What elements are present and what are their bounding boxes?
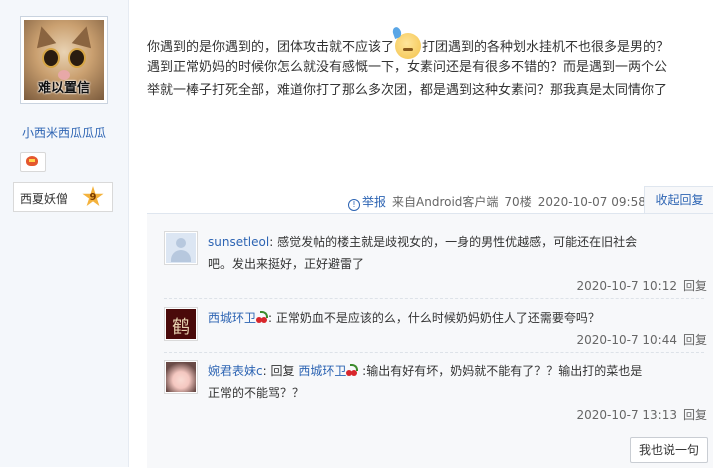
reply-text-cont: 吧。发出来挺好，正好避雷了	[208, 257, 365, 271]
post-line-2: 遇到正常奶妈的时候你怎么就没有感慨一下，女素问还是有很多不错的？而是遇到一两个公	[147, 60, 668, 75]
reply-meta: 2020-10-7 13:13 回复	[576, 406, 707, 423]
reply-colon: :	[262, 364, 267, 378]
reply-avatar[interactable]	[164, 360, 198, 394]
cherry-icon	[256, 311, 269, 323]
reply-meta: 2020-10-7 10:12 回复	[576, 277, 707, 294]
post-meta: ! 举报 来自Android客户端 70楼 2020-10-07 09:58	[348, 193, 646, 211]
reply-text: :输出有好有坏，奶妈就不能有了？？输出打的菜也是	[362, 364, 643, 378]
reply-body: sunsetleol: 感觉发帖的楼主就是歧视女的，一身的男性优越感，可能还在旧…	[208, 231, 708, 275]
report-link[interactable]: ! 举报	[348, 195, 387, 211]
reply-text: 感觉发帖的楼主就是歧视女的，一身的男性优越感，可能还在旧社会	[277, 235, 638, 249]
cat-eye-right	[68, 48, 86, 68]
reply-body: 婉君表妹c: 回复 西城环卫 :输出有好有坏，奶妈就不能有了？？输出打的菜也是 …	[208, 360, 708, 404]
reply-meta: 2020-10-7 10:44 回复	[576, 331, 707, 348]
default-user-icon	[166, 233, 196, 263]
reply-text-cont: 正常的不能骂？？	[208, 386, 305, 400]
reply-time: 2020-10-7 10:12	[576, 279, 677, 293]
report-label: 举报	[362, 195, 387, 209]
reply-text: 正常奶血不是应该的么，什么时候奶妈奶住人了还需要夸吗？	[275, 311, 600, 325]
reply-divider	[164, 352, 704, 353]
say-something-button[interactable]: 我也说一句	[630, 437, 708, 463]
reply-link[interactable]: 回复	[683, 333, 707, 347]
cherry-icon	[346, 364, 359, 376]
member-badge[interactable]: 西夏妖僧 9	[13, 182, 113, 212]
reply-author[interactable]: 西城环卫	[208, 311, 256, 325]
reply-colon: :	[268, 311, 273, 325]
cat-avatar-image: 难以置信	[24, 20, 104, 100]
post-content: 你遇到的是你遇到的，团体攻击就不应该了 打团遇到的各种划水挂机不也很多是男的？ 遇…	[147, 33, 713, 102]
reply-avatar[interactable]	[164, 231, 198, 265]
reply-divider	[164, 298, 704, 299]
post-time: 2020-10-07 09:58	[537, 195, 646, 209]
avatar-caption: 难以置信	[37, 81, 90, 96]
author-username[interactable]: 小西米西瓜瓜瓜	[0, 124, 128, 141]
crane-avatar-image	[166, 309, 196, 339]
post-line-3: 举就一棒子打死全部，难道你打了那么多次团，都是遇到这种女素问？那我真是太同情你了	[147, 83, 668, 98]
reply-time: 2020-10-7 10:44	[576, 333, 677, 347]
sweat-emoji-icon	[395, 33, 422, 59]
badge-level-number: 9	[89, 192, 97, 203]
collapse-replies-button[interactable]: 收起回复	[644, 186, 713, 214]
reply-body: 西城环卫: 正常奶血不是应该的么，什么时候奶妈奶住人了还需要夸吗？	[208, 307, 708, 329]
cat-ear-left	[31, 23, 57, 49]
warning-icon: !	[348, 199, 360, 211]
reply-link[interactable]: 回复	[683, 279, 707, 293]
cat-eye-left	[42, 48, 60, 68]
reply-word: 回复	[270, 364, 295, 378]
post-line-1a: 你遇到的是你遇到的，团体攻击就不应该了	[147, 40, 395, 55]
floor-number: 70楼	[504, 195, 532, 209]
reply-colon: :	[269, 235, 274, 249]
girl-avatar-image	[166, 362, 196, 392]
client-source: 来自Android客户端	[392, 195, 499, 209]
reply-box: sunsetleol: 感觉发帖的楼主就是歧视女的，一身的男性优越感，可能还在旧…	[147, 213, 713, 468]
gamepad-medal-icon[interactable]	[20, 152, 46, 172]
reply-author[interactable]: sunsetleol	[208, 235, 269, 249]
level-star-icon: 9	[82, 186, 104, 207]
post-line-1b: 打团遇到的各种划水挂机不也很多是男的？	[422, 40, 670, 55]
user-avatar[interactable]: 难以置信	[20, 16, 108, 104]
reply-target[interactable]: 西城环卫	[298, 364, 346, 378]
reply-time: 2020-10-7 13:13	[576, 408, 677, 422]
reply-link[interactable]: 回复	[683, 408, 707, 422]
reply-author[interactable]: 婉君表妹c	[208, 364, 263, 378]
post-line-1: 你遇到的是你遇到的，团体攻击就不应该了 打团遇到的各种划水挂机不也很多是男的？	[147, 33, 713, 59]
badge-name: 西夏妖僧	[20, 192, 69, 206]
reply-avatar[interactable]	[164, 307, 198, 341]
author-sidebar: 难以置信 小西米西瓜瓜瓜 西夏妖僧 9	[0, 0, 129, 467]
cat-ear-right	[71, 23, 97, 49]
